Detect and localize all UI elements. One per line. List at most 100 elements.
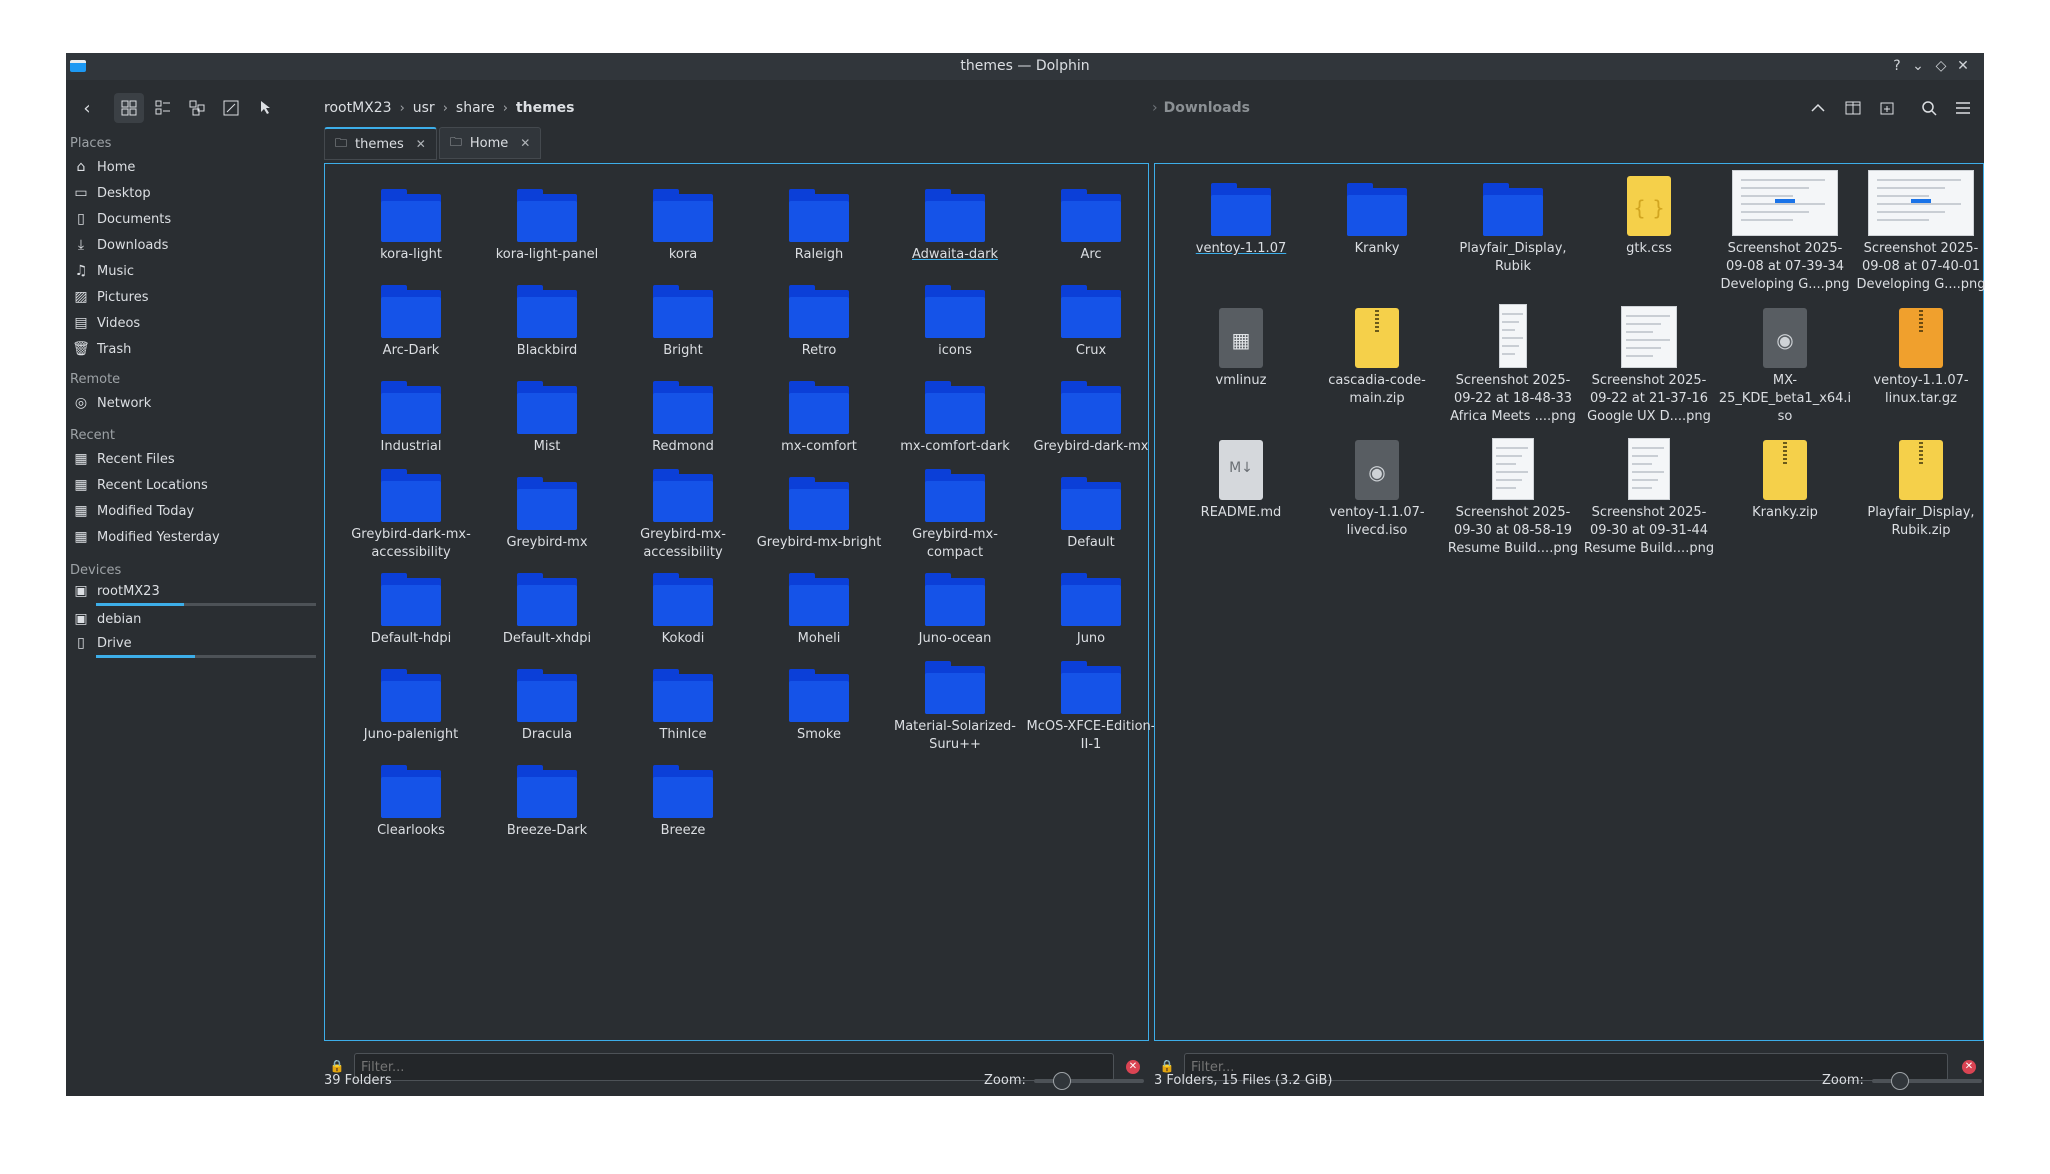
close-tab-icon[interactable]: ✕ [520, 136, 530, 150]
clear-filter-icon[interactable]: ✕ [1962, 1060, 1976, 1074]
breadcrumb-item[interactable]: share [456, 100, 495, 116]
folder-item[interactable]: Greybird-mx [479, 466, 615, 562]
folder-item[interactable]: ventoy-1.1.07 [1173, 172, 1309, 304]
folder-item[interactable]: kora-light-panel [479, 178, 615, 274]
sidebar-item-downloads[interactable]: ⤓ Downloads [72, 233, 322, 257]
zoom-slider-knob[interactable] [1053, 1071, 1072, 1090]
breadcrumb-item[interactable]: usr [413, 100, 435, 116]
folder-item[interactable]: Breeze-Dark [479, 754, 615, 850]
minimize-icon[interactable]: ⌄ [1909, 57, 1927, 75]
folder-item[interactable]: Moheli [751, 562, 887, 658]
sidebar-item-drive[interactable]: ▯ Drive [72, 631, 322, 655]
breadcrumb-current[interactable]: themes [516, 100, 575, 116]
folder-item[interactable]: Blackbird [479, 274, 615, 370]
sidebar-item-rootmx23[interactable]: ▣ rootMX23 [72, 579, 322, 603]
folder-item[interactable]: Greybird-dark-mx [1023, 370, 1159, 466]
tab-themes[interactable]: 🗀 themes ✕ [324, 127, 437, 160]
file-item[interactable]: Screenshot 2025-09-22 at 18-48-33 Africa… [1445, 304, 1581, 436]
sidebar-item-recent-files[interactable]: ▦ Recent Files [72, 447, 322, 471]
folder-item[interactable]: mx-comfort [751, 370, 887, 466]
folder-item[interactable]: Greybird-mx-accessibility [615, 466, 751, 562]
folder-item[interactable]: Retro [751, 274, 887, 370]
sidebar-item-music[interactable]: ♫ Music [72, 259, 322, 283]
folder-item[interactable]: Default-xhdpi [479, 562, 615, 658]
folder-item[interactable]: Playfair_Display, Rubik [1445, 172, 1581, 304]
folder-item[interactable]: Clearlooks [343, 754, 479, 850]
folder-item[interactable]: kora-light [343, 178, 479, 274]
file-item[interactable]: Kranky.zip [1717, 436, 1853, 568]
file-item[interactable]: Screenshot 2025-09-22 at 21-37-16 Google… [1581, 304, 1717, 436]
folder-item[interactable]: Crux [1023, 274, 1159, 370]
file-item[interactable]: cascadia-code-main.zip [1309, 304, 1445, 436]
folder-item[interactable]: Kranky [1309, 172, 1445, 304]
folder-item[interactable]: Greybird-mx-compact [887, 466, 1023, 562]
folder-item[interactable]: ThinIce [615, 658, 751, 754]
right-breadcrumb[interactable]: › Downloads [1152, 100, 1250, 116]
help-icon[interactable]: ? [1888, 57, 1906, 75]
file-item[interactable]: Screenshot 2025-09-30 at 08-58-19 Resume… [1445, 436, 1581, 568]
compact-view-icon[interactable] [148, 93, 178, 123]
maximize-icon[interactable]: ◇ [1932, 57, 1950, 75]
close-tab-icon[interactable]: ✕ [416, 137, 426, 151]
tab-home[interactable]: 🗀 Home ✕ [438, 127, 542, 159]
file-item[interactable]: ▦ vmlinuz [1173, 304, 1309, 436]
folder-item[interactable]: Adwaita-dark [887, 178, 1023, 274]
file-item[interactable]: M↓ README.md [1173, 436, 1309, 568]
folder-item[interactable]: Juno-ocean [887, 562, 1023, 658]
folder-item[interactable]: Raleigh [751, 178, 887, 274]
lock-icon[interactable]: 🔒 [328, 1059, 346, 1073]
folder-item[interactable]: Dracula [479, 658, 615, 754]
file-item[interactable]: ◉ ventoy-1.1.07-livecd.iso [1309, 436, 1445, 568]
folder-item[interactable]: Smoke [751, 658, 887, 754]
sidebar-item-recent-locations[interactable]: ▦ Recent Locations [72, 473, 322, 497]
sidebar-item-pictures[interactable]: ▨ Pictures [72, 285, 322, 309]
folder-item[interactable]: Greybird-dark-mx-accessibility [343, 466, 479, 562]
right-view[interactable]: ventoy-1.1.07 Kranky Playfair_Display, Rub… [1154, 163, 1986, 1041]
folder-item[interactable]: Kokodi [615, 562, 751, 658]
sidebar-item-debian[interactable]: ▣ debian [72, 607, 322, 631]
up-icon[interactable] [1803, 93, 1833, 123]
folder-item[interactable]: Redmond [615, 370, 751, 466]
folder-item[interactable]: mx-comfort-dark [887, 370, 1023, 466]
file-item[interactable]: ventoy-1.1.07-linux.tar.gz [1853, 304, 1989, 436]
sidebar-item-network[interactable]: ◎ Network [72, 391, 322, 415]
folder-item[interactable]: Default [1023, 466, 1159, 562]
folder-item[interactable]: Mist [479, 370, 615, 466]
close-icon[interactable]: ✕ [1954, 57, 1972, 75]
back-icon[interactable]: ‹ [72, 93, 102, 123]
folder-item[interactable]: icons [887, 274, 1023, 370]
sidebar-item-videos[interactable]: ▤ Videos [72, 311, 322, 335]
folder-item[interactable]: kora [615, 178, 751, 274]
zoom-slider[interactable] [1033, 1071, 1144, 1090]
folder-item[interactable]: Arc [1023, 178, 1159, 274]
folder-item[interactable]: Bright [615, 274, 751, 370]
sidebar-item-desktop[interactable]: ▭ Desktop [72, 181, 322, 205]
breadcrumb-item[interactable]: rootMX23 [324, 100, 392, 116]
zoom-slider[interactable] [1871, 1071, 1982, 1090]
split-view-icon[interactable] [1838, 93, 1868, 123]
folder-item[interactable]: Greybird-mx-bright [751, 466, 887, 562]
folder-item[interactable]: Default-hdpi [343, 562, 479, 658]
clear-filter-icon[interactable]: ✕ [1126, 1060, 1140, 1074]
file-item[interactable]: { } gtk.css [1581, 172, 1717, 304]
icons-view-icon[interactable] [114, 93, 144, 123]
file-item[interactable]: Screenshot 2025-09-08 at 07-40-01 Develo… [1853, 170, 1989, 304]
sidebar-item-modified-today[interactable]: ▦ Modified Today [72, 499, 322, 523]
sidebar-item-trash[interactable]: 🗑 Trash [72, 337, 322, 361]
sidebar-item-modified-yesterday[interactable]: ▦ Modified Yesterday [72, 525, 322, 549]
preview-icon[interactable] [216, 93, 246, 123]
folder-item[interactable]: Arc-Dark [343, 274, 479, 370]
file-item[interactable]: Screenshot 2025-09-30 at 09-31-44 Resume… [1581, 436, 1717, 568]
folder-item[interactable]: Material-Solarized-Suru++ [887, 658, 1023, 754]
details-view-icon[interactable] [182, 93, 212, 123]
lock-icon[interactable]: 🔒 [1158, 1059, 1176, 1073]
file-item[interactable]: Screenshot 2025-09-08 at 07-39-34 Develo… [1717, 170, 1853, 304]
sidebar-item-home[interactable]: ⌂ Home [72, 155, 322, 179]
title-bar[interactable]: themes — Dolphin ? ⌄ ◇ ✕ [66, 53, 1984, 80]
select-mode-icon[interactable] [252, 93, 282, 123]
left-view[interactable]: kora-light kora-light-panel kora Raleigh Adw… [324, 163, 1155, 1041]
folder-item[interactable]: Juno [1023, 562, 1159, 658]
folder-item[interactable]: Industrial [343, 370, 479, 466]
new-tab-icon[interactable] [1872, 93, 1902, 123]
search-icon[interactable] [1914, 93, 1944, 123]
